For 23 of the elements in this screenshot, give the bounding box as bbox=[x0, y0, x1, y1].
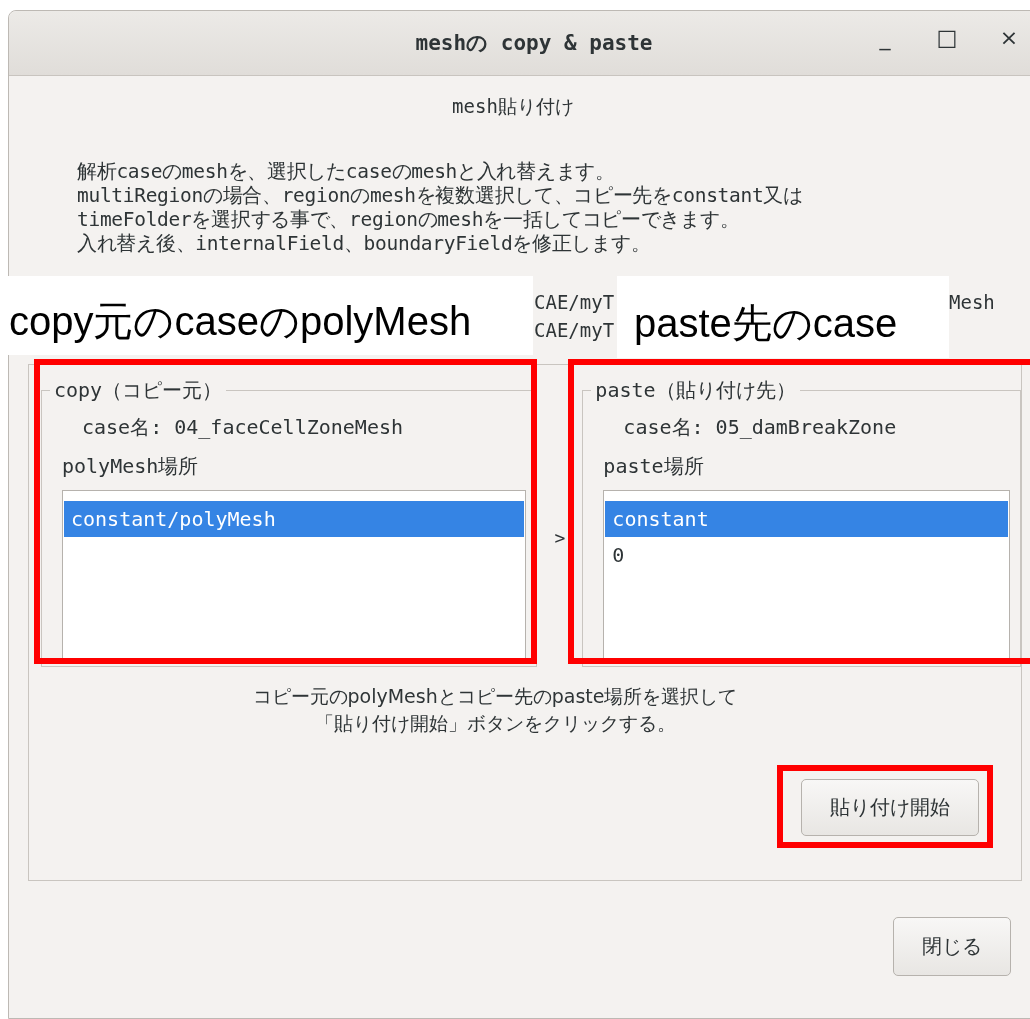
close-button[interactable]: × bbox=[991, 25, 1027, 50]
group-title: copy（コピー元） bbox=[53, 377, 224, 404]
instruction-text: コピー元のpolyMeshとコピー先のpaste場所を選択して 「貼り付け開始」ボタンをクリックする。 bbox=[251, 684, 739, 736]
list-label: paste場所 bbox=[603, 453, 705, 480]
annotation-label: paste先のcase bbox=[617, 276, 949, 358]
list-item[interactable]: constant/polyMesh bbox=[64, 501, 525, 537]
list-label: polyMesh場所 bbox=[62, 453, 200, 480]
group-title: paste（貼り付け先） bbox=[594, 377, 797, 404]
list-item[interactable]: constant bbox=[605, 501, 1008, 537]
dialog-heading: mesh貼り付け bbox=[451, 94, 575, 119]
path-text: Mesh bbox=[949, 290, 995, 313]
case-name: case名: 05_damBreakZone bbox=[622, 414, 898, 441]
minimize-button[interactable]: _ bbox=[867, 25, 903, 50]
maximize-button[interactable]: □ bbox=[929, 25, 965, 50]
close-dialog-button[interactable]: 閉じる bbox=[893, 917, 1011, 976]
case-name: case名: 04_faceCellZoneMesh bbox=[81, 414, 405, 441]
arrow-text: > bbox=[553, 526, 567, 548]
path-text: CAE/myT bbox=[534, 290, 616, 315]
window-title: meshの copy & paste bbox=[415, 30, 653, 57]
start-paste-button[interactable]: 貼り付け開始 bbox=[801, 779, 979, 836]
list-item[interactable]: 0 bbox=[605, 537, 1008, 573]
path-text: CAE/myT bbox=[534, 318, 616, 343]
description-text: 解析caseのmeshを、選択したcaseのmeshと入れ替えます。 multiRegionの場合、regionのmeshを複数選択して、コピー先をconstant又は timeFolderを選択する事で、regionのmeshを一括してコピーできます。 入れ替え後、internalField、boundaryFieldを修正します。 bbox=[77, 160, 804, 256]
